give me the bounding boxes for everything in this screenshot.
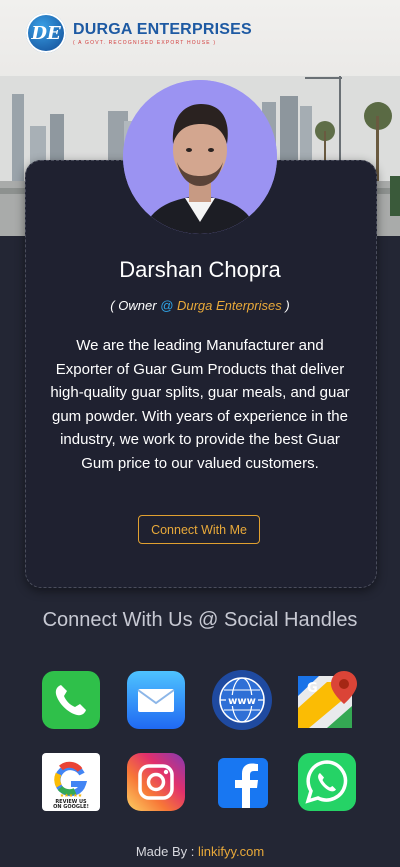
profile-name: Darshan Chopra xyxy=(119,257,281,282)
svg-text:G: G xyxy=(307,681,318,696)
brand-name: DURGA ENTERPRISES xyxy=(73,20,252,38)
footer-credit: Made By : linkifyy.com xyxy=(0,844,400,859)
brand-header: DE DURGA ENTERPRISES ( A GOVT. RECOGNISE… xyxy=(26,13,252,53)
profile-bio: We are the leading Manufacturer and Expo… xyxy=(50,337,350,472)
brand-tagline: ( A GOVT. RECOGNISED EXPORT HOUSE ) xyxy=(73,39,217,46)
profile-role: ( Owner @ Durga Enterprises ) xyxy=(110,298,290,313)
www-label: www xyxy=(228,696,256,707)
role-company-link[interactable]: Durga Enterprises xyxy=(173,298,282,313)
facebook-icon[interactable] xyxy=(212,752,272,812)
brand-logo: DE xyxy=(26,13,66,53)
connect-with-me-button[interactable]: Connect With Me xyxy=(138,515,260,544)
whatsapp-icon[interactable] xyxy=(297,752,357,812)
social-section-title: Connect With Us @ Social Handles xyxy=(42,609,358,631)
google-maps-icon[interactable]: G xyxy=(297,670,357,730)
footer-prefix: Made By : xyxy=(135,844,198,859)
avatar xyxy=(123,80,277,234)
phone-icon[interactable] xyxy=(41,670,101,730)
website-icon[interactable]: www xyxy=(212,670,272,730)
instagram-icon[interactable] xyxy=(126,752,186,812)
review-label-line2: ON GOOGLE! xyxy=(53,804,89,810)
google-review-icon[interactable]: ★★★★★ REVIEW US ON GOOGLE! xyxy=(41,752,101,812)
role-at-symbol: @ xyxy=(160,298,174,313)
footer-link[interactable]: linkifyy.com xyxy=(198,844,264,859)
email-icon[interactable] xyxy=(126,670,186,730)
